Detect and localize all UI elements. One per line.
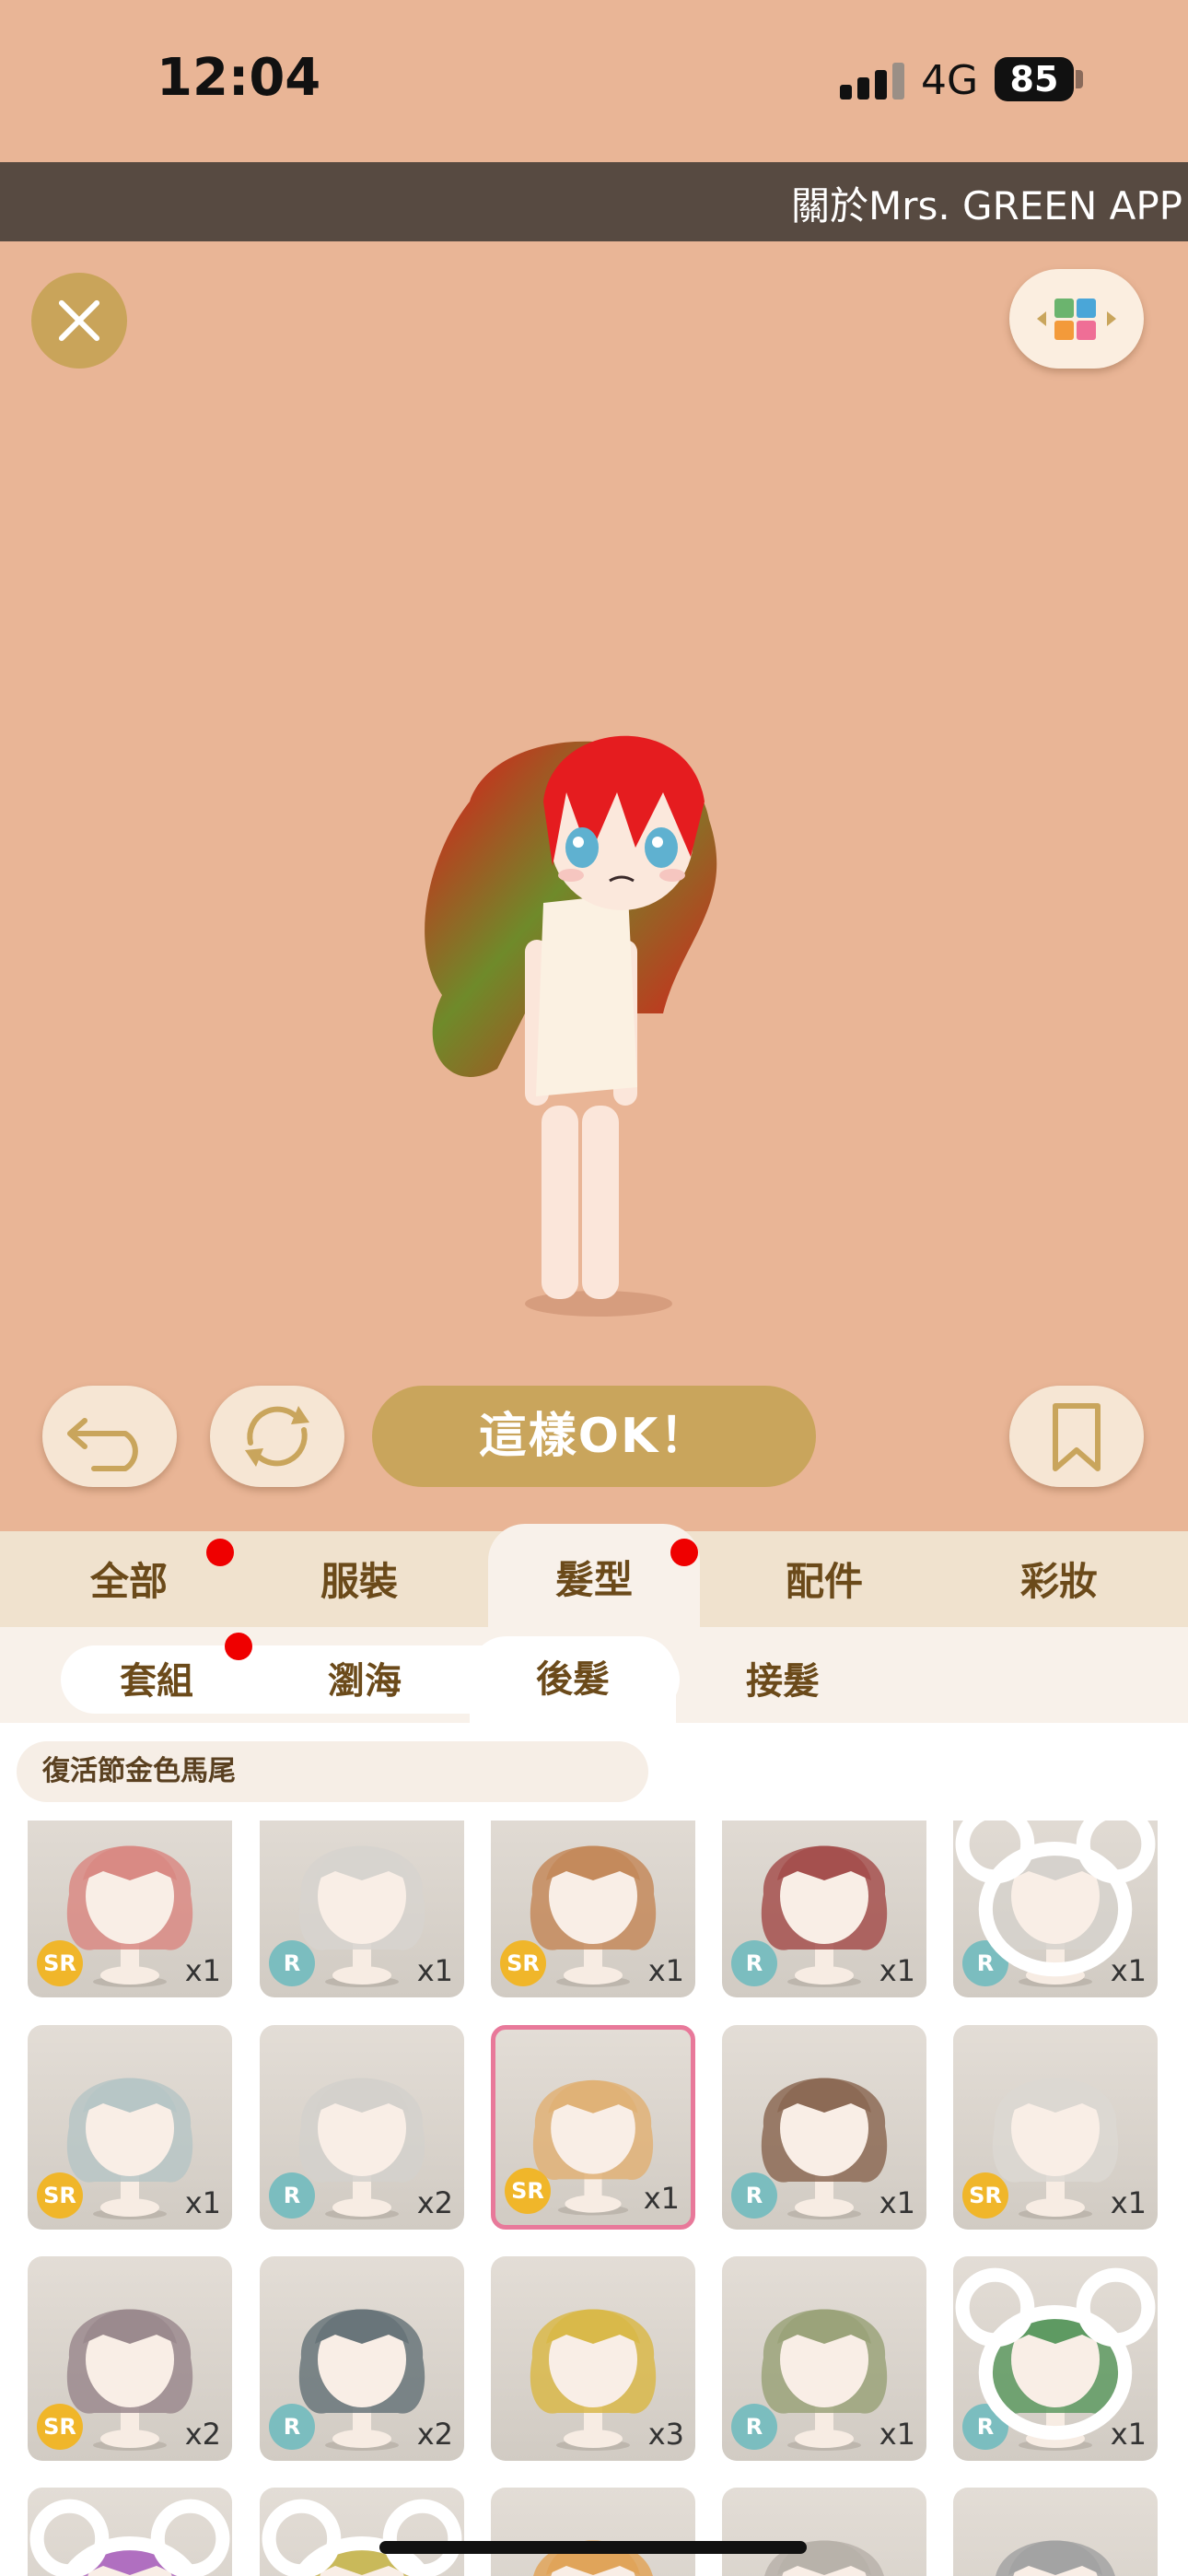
battery-tip — [1076, 70, 1083, 88]
hair-item-card[interactable]: SR x1 — [953, 2025, 1158, 2230]
home-indicator[interactable] — [379, 2541, 807, 2554]
bear-icon — [29, 2499, 230, 2576]
item-count: x1 — [184, 2185, 221, 2220]
subtab-set[interactable]: 套組 — [64, 1645, 249, 1714]
hair-item-card[interactable]: Rx1 — [953, 2256, 1158, 2461]
bear-icon — [955, 2267, 1156, 2441]
rarity-badge: SR — [505, 2168, 551, 2214]
hair-item-card[interactable]: Rx1 — [260, 1821, 464, 1997]
bookmark-icon — [1053, 1403, 1101, 1471]
hair-item-card[interactable] — [953, 2488, 1158, 2576]
item-count: x1 — [647, 1953, 684, 1988]
selected-item-name: 復活節金色馬尾 — [17, 1741, 648, 1802]
rarity-badge: R — [731, 2404, 777, 2450]
battery-icon: 85 — [995, 57, 1074, 101]
banner-text: 關於Mrs. GREEN APP — [790, 183, 1182, 228]
subtab-extensions[interactable]: 接髮 — [691, 1645, 875, 1714]
subtab-bangs[interactable]: 瀏海 — [273, 1645, 457, 1714]
status-time: 12:04 — [157, 48, 321, 108]
hair-item-thumbnail — [996, 2540, 1115, 2576]
view-toggle-button[interactable] — [1009, 269, 1144, 369]
grid-arrows-icon — [1037, 299, 1116, 340]
rarity-badge: R — [731, 1940, 777, 1986]
rarity-badge: SR — [37, 2172, 83, 2219]
hair-item-card[interactable]: Rx1 — [722, 1821, 926, 1997]
hair-item-card[interactable]: SR x1 — [28, 1821, 232, 1997]
rarity-badge: R — [269, 2404, 315, 2450]
rarity-badge: R — [269, 1940, 315, 1986]
avatar-character — [425, 735, 717, 1317]
signal-icon — [840, 61, 904, 100]
hair-item-card[interactable]: SR x1 — [491, 2025, 695, 2230]
network-type: 4G — [921, 57, 979, 104]
category-tabs: 全部 服裝 髮型 配件 彩妝 — [0, 1524, 1188, 1627]
tab-clothing[interactable]: 服裝 — [267, 1531, 451, 1627]
hair-item-card[interactable] — [722, 2488, 926, 2576]
hair-item-card[interactable]: Rx1 — [953, 1821, 1158, 1997]
item-count: x1 — [184, 1953, 221, 1988]
item-count: x2 — [184, 2417, 221, 2452]
randomize-button[interactable] — [210, 1386, 344, 1487]
confirm-ok-button[interactable]: 這樣OK！ — [372, 1386, 816, 1487]
item-count: x1 — [416, 1953, 453, 1988]
rarity-badge: SR — [962, 2172, 1008, 2219]
hair-item-card[interactable]: Rx2 — [260, 2025, 464, 2230]
tab-makeup[interactable]: 彩妝 — [967, 1531, 1151, 1627]
rarity-badge: SR — [37, 2404, 83, 2450]
undo-button[interactable] — [42, 1386, 177, 1487]
tab-all[interactable]: 全部 — [37, 1531, 221, 1627]
close-button[interactable] — [31, 273, 127, 369]
hair-item-card[interactable]: Rx2 — [260, 2256, 464, 2461]
item-count: x1 — [879, 1953, 915, 1988]
refresh-icon — [245, 1406, 309, 1467]
item-count: x3 — [647, 2417, 684, 2452]
hair-item-card[interactable]: Rx1 — [722, 2025, 926, 2230]
item-panel: 復活節金色馬尾 SR x1 Rx1 SR x1 Rx1 Rx1 SR x1 Rx2 SR x1 Rx1 S… — [0, 1723, 1188, 2576]
status-bar: 12:04 4G 85 — [0, 0, 1188, 162]
subtab-back-hair[interactable]: 後髮 — [470, 1636, 676, 1723]
rarity-badge: R — [269, 2172, 315, 2219]
tab-accessories[interactable]: 配件 — [732, 1531, 916, 1627]
item-count: x1 — [643, 2181, 680, 2216]
bear-icon — [262, 2499, 462, 2576]
hair-item-card[interactable]: SR x2 — [28, 2256, 232, 2461]
item-count: x1 — [879, 2417, 915, 2452]
bear-icon — [955, 1821, 1156, 1977]
item-count: x1 — [879, 2185, 915, 2220]
hair-item-card[interactable]: SR x1 — [491, 1821, 695, 1997]
item-count: x2 — [416, 2185, 453, 2220]
hair-item-card[interactable]: Rx1 — [722, 2256, 926, 2461]
hair-item-card[interactable] — [491, 2488, 695, 2576]
tab-hairstyle[interactable]: 髮型 — [488, 1524, 700, 1627]
rarity-badge: SR — [37, 1940, 83, 1986]
item-grid: SR x1 Rx1 SR x1 Rx1 Rx1 SR x1 Rx2 SR x1 Rx1 SR x1 SR x2 R… — [0, 1821, 1188, 2576]
item-count: x1 — [1110, 2185, 1147, 2220]
hair-item-card[interactable]: x3 — [491, 2256, 695, 2461]
hair-item-card[interactable] — [28, 2488, 232, 2576]
subcategory-tabs: 套組 瀏海 後髮 接髮 — [0, 1627, 1188, 1723]
tab-hairstyle-notification-dot — [670, 1539, 698, 1566]
subtab-set-notification-dot — [225, 1633, 252, 1660]
hair-item-thumbnail — [764, 2540, 884, 2576]
item-count: x2 — [416, 2417, 453, 2452]
news-banner[interactable]: 關於Mrs. GREEN APP — [0, 162, 1188, 241]
hair-item-card[interactable] — [260, 2488, 464, 2576]
bookmark-button[interactable] — [1009, 1386, 1144, 1487]
hair-item-thumbnail — [533, 2540, 653, 2576]
rarity-badge: R — [731, 2172, 777, 2219]
hair-item-card[interactable]: SR x1 — [28, 2025, 232, 2230]
tab-all-notification-dot — [206, 1539, 234, 1566]
undo-icon — [67, 1418, 138, 1471]
rarity-badge: SR — [500, 1940, 546, 1986]
